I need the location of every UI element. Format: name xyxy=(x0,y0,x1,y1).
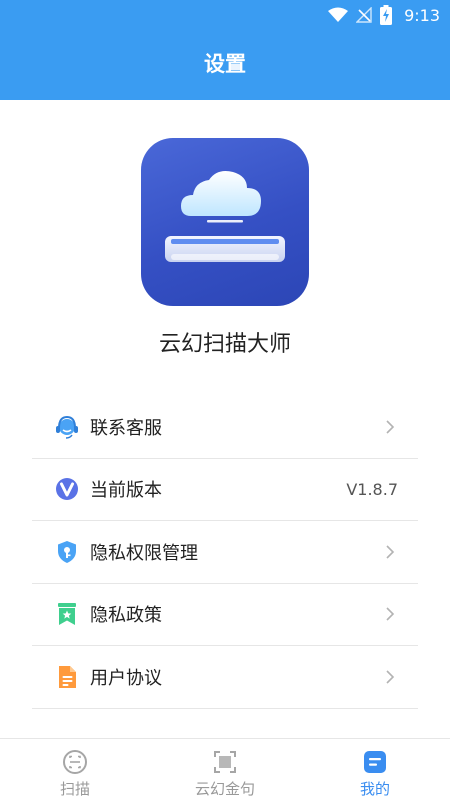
customer-service-icon xyxy=(54,414,80,440)
tab-golden-quotes[interactable]: 云幻金句 xyxy=(150,739,300,800)
app-logo xyxy=(141,138,309,306)
app-name: 云幻扫描大师 xyxy=(158,332,291,357)
tab-scan[interactable]: 扫描 xyxy=(0,739,150,800)
tab-label: 扫描 xyxy=(59,780,90,798)
no-signal-icon xyxy=(356,7,372,23)
chevron-right-icon xyxy=(386,545,395,559)
bottom-tab-bar: 扫描 云幻金句 我的 xyxy=(0,738,450,800)
menu-item-privacy-policy[interactable]: 隐私政策 xyxy=(32,584,418,646)
agreement-document-icon xyxy=(54,664,80,690)
page-title: 设置 xyxy=(204,52,246,76)
settings-menu: 联系客服 当前版本 V1.8.7 隐私权限管理 隐私政策 用户协议 xyxy=(32,396,418,709)
menu-item-user-agreement[interactable]: 用户协议 xyxy=(32,646,418,709)
scan-face-icon xyxy=(63,750,87,774)
menu-item-customer-service[interactable]: 联系客服 xyxy=(32,396,418,459)
menu-item-version[interactable]: 当前版本 V1.8.7 xyxy=(32,459,418,521)
version-value: V1.8.7 xyxy=(346,479,398,499)
version-icon xyxy=(54,476,80,502)
profile-card-icon xyxy=(364,751,386,773)
chevron-right-icon xyxy=(386,607,395,621)
policy-bookmark-icon xyxy=(54,601,80,627)
tab-label: 云幻金句 xyxy=(194,780,255,798)
menu-item-privacy-permissions[interactable]: 隐私权限管理 xyxy=(32,521,418,584)
chevron-right-icon xyxy=(386,420,395,434)
tab-mine[interactable]: 我的 xyxy=(300,739,450,800)
tab-label: 我的 xyxy=(359,780,390,798)
status-time: 9:13 xyxy=(404,5,440,25)
menu-item-label: 用户协议 xyxy=(90,667,162,689)
header-bar: 9:13 设置 xyxy=(0,0,450,100)
wifi-icon xyxy=(328,7,349,22)
menu-item-label: 当前版本 xyxy=(90,480,162,502)
status-bar: 9:13 xyxy=(0,0,450,30)
battery-charging-icon xyxy=(380,5,393,25)
privacy-shield-icon xyxy=(54,539,80,565)
menu-item-label: 联系客服 xyxy=(90,417,162,439)
menu-item-label: 隐私政策 xyxy=(90,605,162,627)
chevron-right-icon xyxy=(386,670,395,684)
scan-frame-icon xyxy=(214,751,236,773)
menu-item-label: 隐私权限管理 xyxy=(90,542,198,564)
